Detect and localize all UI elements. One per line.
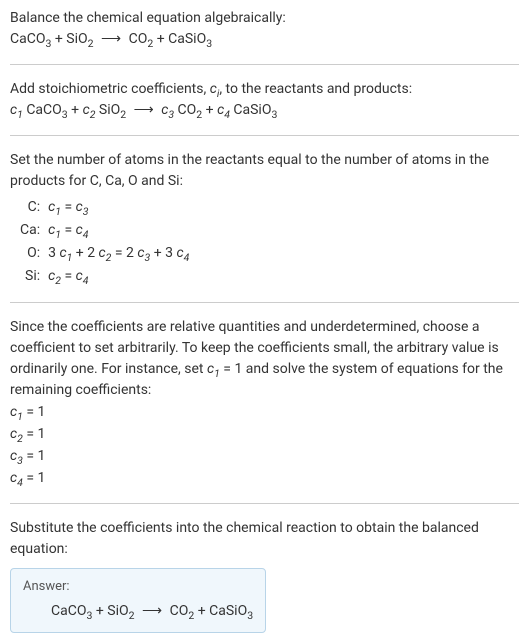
balance-equation: c2 = c4 — [46, 265, 195, 288]
element-label: Ca: — [18, 219, 46, 242]
table-row: O: 3 c1 + 2 c2 = 2 c3 + 3 c4 — [18, 242, 195, 265]
product-1: CO2 — [170, 603, 195, 619]
stoich-text: Add stoichiometric coefficients, ci, to … — [10, 79, 519, 100]
stoich-equation: c1 CaCO3 + c2 SiO2 ⟶ c3 CO2 + c4 CaSiO3 — [10, 100, 519, 121]
divider — [10, 135, 519, 136]
reactant-1: CaCO3 — [51, 603, 92, 619]
element-label: C: — [18, 196, 46, 219]
atoms-intro: Set the number of atoms in the reactants… — [10, 150, 519, 192]
answer-label: Answer: — [23, 577, 253, 597]
answer-equation: CaCO3 + SiO2 ⟶ CO2 + CaSiO3 — [23, 601, 253, 622]
coef-symbol: ci — [210, 81, 220, 97]
substitute-text: Substitute the coefficients into the che… — [10, 518, 519, 560]
choose-section: Since the coefficients are relative quan… — [10, 317, 519, 489]
product-2: CaSiO3 — [209, 603, 253, 619]
balance-equation: c1 = c4 — [46, 219, 195, 242]
coefficient-list: c1 = 1 c2 = 1 c3 = 1 c4 = 1 — [10, 402, 519, 489]
balance-equation: c1 = c3 — [46, 196, 195, 219]
divider — [10, 64, 519, 65]
table-row: Si: c2 = c4 — [18, 265, 195, 288]
atom-balance-table: C: c1 = c3 Ca: c1 = c4 O: 3 c1 + 2 c2 = … — [18, 196, 195, 288]
substitute-section: Substitute the coefficients into the che… — [10, 518, 519, 560]
table-row: Ca: c1 = c4 — [18, 219, 195, 242]
divider — [10, 503, 519, 504]
reactant-1: CaCO3 — [10, 31, 51, 47]
list-item: c1 = 1 — [10, 402, 519, 423]
reactant-2: SiO2 — [107, 603, 134, 619]
divider — [10, 302, 519, 303]
plus-sign: + — [51, 31, 66, 47]
reaction-arrow-icon: ⟶ — [101, 29, 121, 50]
atoms-section: Set the number of atoms in the reactants… — [10, 150, 519, 288]
list-item: c4 = 1 — [10, 468, 519, 489]
plus-sign: + — [92, 603, 107, 619]
element-label: O: — [18, 242, 46, 265]
choose-text: Since the coefficients are relative quan… — [10, 317, 519, 401]
reaction-arrow-icon: ⟶ — [142, 601, 162, 622]
product-1: CO2 — [129, 31, 154, 47]
list-item: c2 = 1 — [10, 424, 519, 445]
plus-sign: + — [153, 31, 168, 47]
table-row: C: c1 = c3 — [18, 196, 195, 219]
element-label: Si: — [18, 265, 46, 288]
intro-equation: CaCO3 + SiO2 ⟶ CO2 + CaSiO3 — [10, 29, 519, 50]
balance-equation: 3 c1 + 2 c2 = 2 c3 + 3 c4 — [46, 242, 195, 265]
reactant-2: SiO2 — [66, 31, 93, 47]
reaction-arrow-icon: ⟶ — [134, 100, 154, 121]
product-2: CaSiO3 — [168, 31, 212, 47]
plus-sign: + — [194, 603, 209, 619]
list-item: c3 = 1 — [10, 446, 519, 467]
intro-text: Balance the chemical equation algebraica… — [10, 8, 519, 29]
answer-box: Answer: CaCO3 + SiO2 ⟶ CO2 + CaSiO3 — [10, 568, 266, 633]
intro-section: Balance the chemical equation algebraica… — [10, 8, 519, 50]
stoich-section: Add stoichiometric coefficients, ci, to … — [10, 79, 519, 121]
